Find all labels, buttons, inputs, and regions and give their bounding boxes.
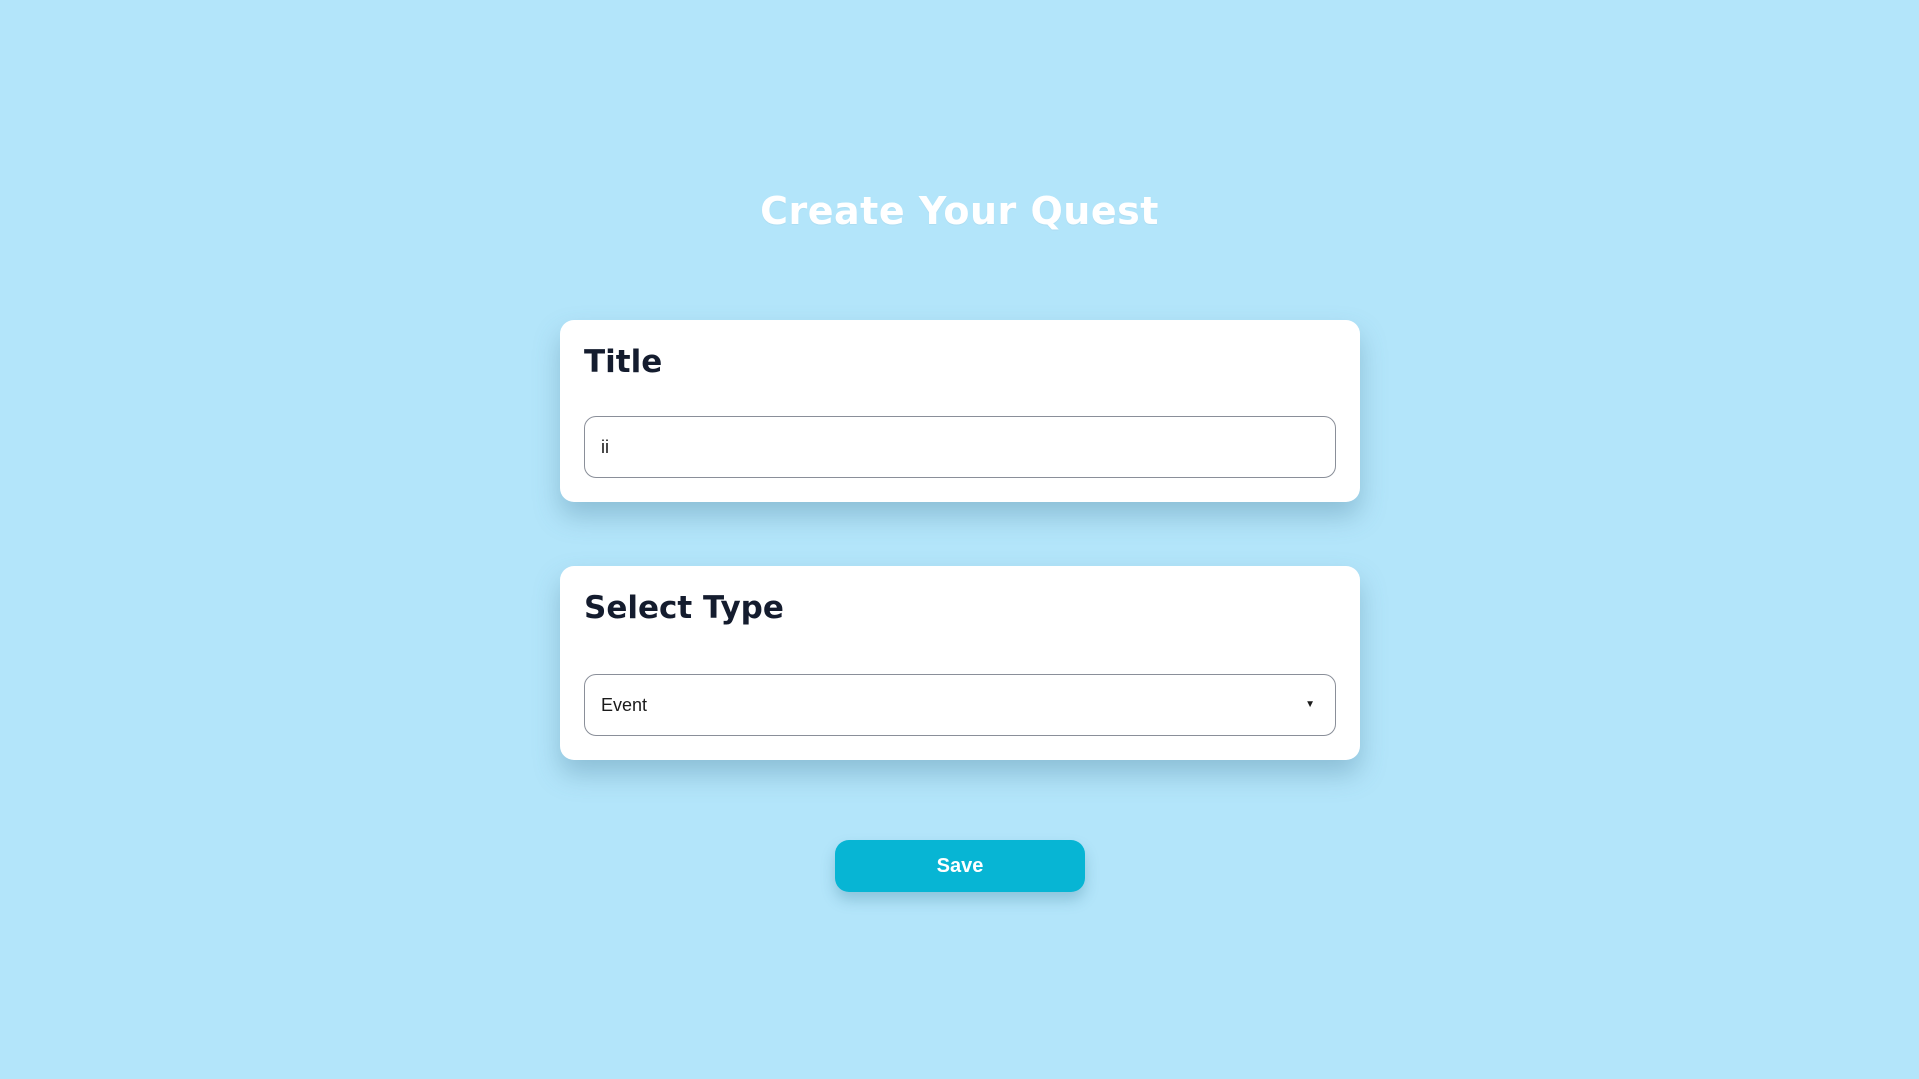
- chevron-down-icon: ▼: [1305, 699, 1315, 710]
- type-select-value: Event: [601, 695, 648, 715]
- type-card: Select Type Event ▼: [560, 566, 1360, 760]
- type-heading: Select Type: [584, 590, 784, 626]
- title-input-wrapper: [584, 416, 1336, 478]
- type-select[interactable]: Event ▼: [584, 674, 1336, 736]
- title-card: Title: [560, 320, 1360, 502]
- page-title: Create Your Quest: [760, 189, 1159, 233]
- title-heading: Title: [584, 344, 663, 380]
- title-input[interactable]: [585, 417, 1335, 477]
- save-button[interactable]: Save: [835, 840, 1085, 892]
